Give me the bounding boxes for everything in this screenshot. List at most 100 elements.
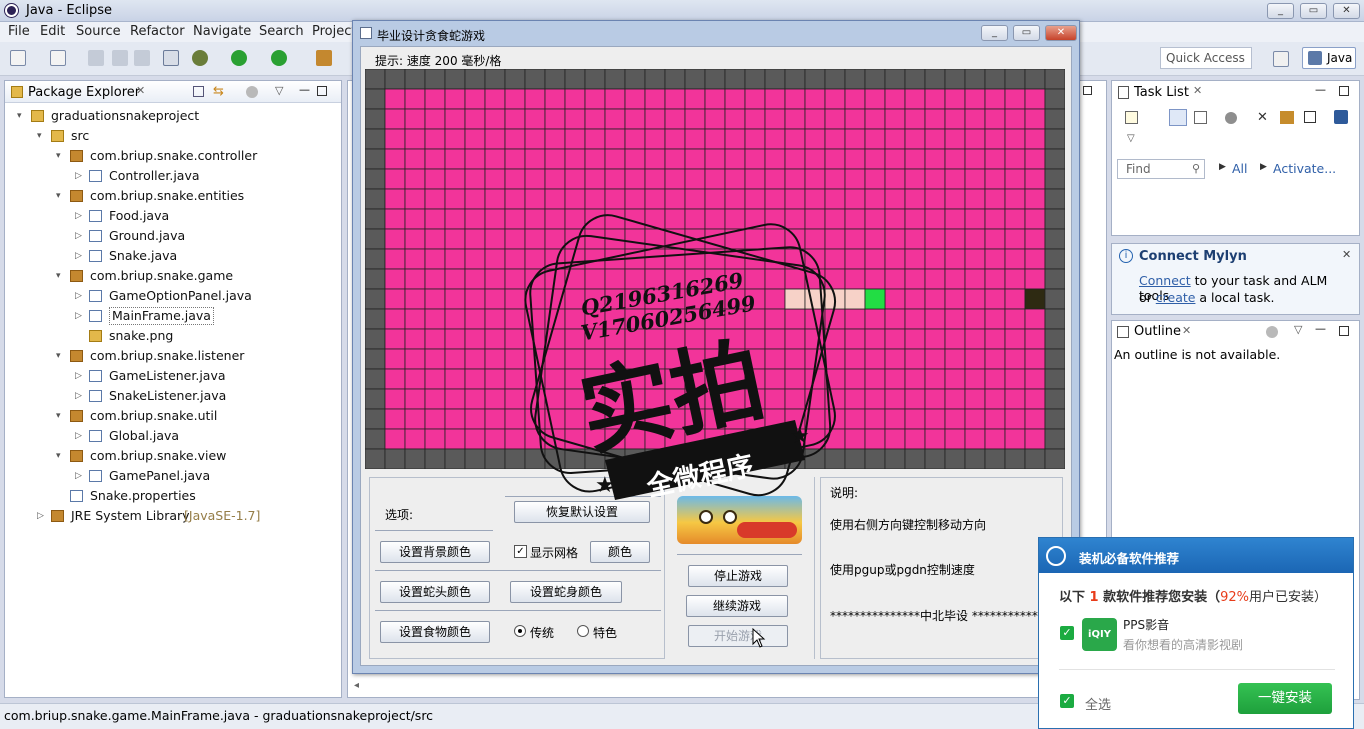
snake-body-color-button[interactable]: 设置蛇身颜色 bbox=[510, 581, 622, 603]
menu-navigate[interactable]: Navigate bbox=[193, 24, 251, 39]
focus-task-icon[interactable] bbox=[246, 86, 258, 98]
game-maximize-button[interactable]: ▭ bbox=[1013, 25, 1040, 41]
tree-item[interactable]: ▷ SnakeListener.java bbox=[5, 387, 341, 405]
editor-minimize-icon[interactable] bbox=[1083, 86, 1092, 95]
resume-game-button[interactable]: 继续游戏 bbox=[686, 595, 788, 617]
expand-arrow-icon[interactable]: ▾ bbox=[56, 147, 61, 165]
connect-link[interactable]: Connect bbox=[1139, 273, 1191, 288]
collapse-arrow-icon[interactable]: ▷ bbox=[75, 307, 82, 325]
maximize-task-list-icon[interactable] bbox=[1339, 86, 1349, 96]
radio-traditional[interactable] bbox=[514, 625, 526, 637]
view-menu-icon[interactable]: ▽ bbox=[275, 84, 283, 97]
expand-arrow-icon[interactable]: ▾ bbox=[56, 407, 61, 425]
collapse-arrow-icon[interactable]: ▷ bbox=[37, 507, 44, 525]
expand-arrow-icon[interactable]: ▾ bbox=[37, 127, 42, 145]
collapse-all-icon[interactable] bbox=[193, 86, 204, 97]
collapse-tasks-icon[interactable] bbox=[1304, 111, 1316, 123]
tree-item[interactable]: ▾ graduationsnakeproject bbox=[5, 107, 341, 125]
collapse-arrow-icon[interactable]: ▷ bbox=[75, 387, 82, 405]
app-checkbox[interactable]: ✓ bbox=[1060, 626, 1074, 640]
collapse-arrow-icon[interactable]: ▷ bbox=[75, 207, 82, 225]
quick-access-input[interactable]: Quick Access bbox=[1160, 47, 1252, 69]
print-icon[interactable] bbox=[134, 50, 150, 66]
minimize-button[interactable]: _ bbox=[1267, 3, 1294, 19]
collapse-arrow-icon[interactable]: ▷ bbox=[75, 227, 82, 245]
close-view-icon[interactable]: ✕ bbox=[136, 84, 145, 97]
hide-completed-icon[interactable] bbox=[1225, 112, 1237, 124]
close-outline-icon[interactable]: ✕ bbox=[1182, 324, 1191, 337]
tree-item[interactable]: ▾ com.briup.snake.util bbox=[5, 407, 341, 425]
stop-game-button[interactable]: 停止游戏 bbox=[688, 565, 788, 587]
restore-defaults-button[interactable]: 恢复默认设置 bbox=[514, 501, 650, 523]
menu-source[interactable]: Source bbox=[76, 24, 121, 39]
background-color-button[interactable]: 设置背景颜色 bbox=[380, 541, 490, 563]
run-icon[interactable] bbox=[231, 50, 247, 66]
tree-item[interactable]: ▷ GameListener.java bbox=[5, 367, 341, 385]
new-task-icon[interactable] bbox=[1125, 111, 1138, 124]
open-perspective-icon[interactable] bbox=[1273, 51, 1289, 67]
find-task-input[interactable]: Find ⚲ bbox=[1117, 159, 1205, 179]
categorized-icon[interactable] bbox=[1169, 109, 1187, 126]
collapse-arrow-icon[interactable]: ▷ bbox=[75, 427, 82, 445]
outline-focus-icon[interactable] bbox=[1266, 326, 1278, 338]
java-perspective-button[interactable]: Java bbox=[1302, 47, 1356, 69]
close-button[interactable]: ✕ bbox=[1333, 3, 1360, 19]
scheduled-icon[interactable] bbox=[1194, 111, 1207, 124]
toggle-icon[interactable] bbox=[163, 50, 179, 66]
sync-icon[interactable] bbox=[1280, 111, 1294, 124]
minimize-task-list-icon[interactable]: — bbox=[1315, 83, 1326, 96]
tree-item[interactable]: ▷ Ground.java bbox=[5, 227, 341, 245]
snake-head-color-button[interactable]: 设置蛇头颜色 bbox=[380, 581, 490, 603]
tree-item[interactable]: ▾ com.briup.snake.game bbox=[5, 267, 341, 285]
new-java-class-icon[interactable] bbox=[316, 50, 332, 66]
radio-special[interactable] bbox=[577, 625, 589, 637]
save-all-icon[interactable] bbox=[112, 50, 128, 66]
tree-item[interactable]: Snake.properties bbox=[5, 487, 341, 505]
tree-item[interactable]: ▷ GamePanel.java bbox=[5, 467, 341, 485]
tree-item[interactable]: ▾ com.briup.snake.listener bbox=[5, 347, 341, 365]
task-list-title[interactable]: Task List bbox=[1134, 85, 1189, 100]
minimize-outline-icon[interactable]: — bbox=[1315, 322, 1326, 335]
tree-item[interactable]: snake.png bbox=[5, 327, 341, 345]
tree-item[interactable]: ▷ Controller.java bbox=[5, 167, 341, 185]
all-link[interactable]: All bbox=[1232, 161, 1248, 176]
tree-item[interactable]: ▾ src bbox=[5, 127, 341, 145]
game-minimize-button[interactable]: _ bbox=[981, 25, 1008, 41]
menu-search[interactable]: Search bbox=[259, 24, 304, 39]
expand-arrow-icon[interactable]: ▾ bbox=[56, 347, 61, 365]
debug-icon[interactable] bbox=[192, 50, 208, 66]
tree-item[interactable]: ▷ Global.java bbox=[5, 427, 341, 445]
tree-item[interactable]: ▷ Food.java bbox=[5, 207, 341, 225]
collapse-arrow-icon[interactable]: ▷ bbox=[75, 247, 82, 265]
external-tools-icon[interactable] bbox=[271, 50, 287, 66]
start-game-button[interactable]: 开始游戏 bbox=[688, 625, 788, 647]
task-view-menu-icon[interactable]: ▽ bbox=[1127, 133, 1135, 144]
tree-item[interactable]: ▷ Snake.java bbox=[5, 247, 341, 265]
collapse-arrow-icon[interactable]: ▷ bbox=[75, 167, 82, 185]
package-explorer-title[interactable]: Package Explorer bbox=[28, 85, 140, 100]
install-button[interactable]: 一键安装 bbox=[1238, 683, 1332, 714]
food-color-button[interactable]: 设置食物颜色 bbox=[380, 621, 490, 643]
tree-item[interactable]: ▾ com.briup.snake.entities bbox=[5, 187, 341, 205]
menu-file[interactable]: File bbox=[8, 24, 30, 39]
game-board[interactable] bbox=[365, 69, 1065, 469]
maximize-button[interactable]: ▭ bbox=[1300, 3, 1327, 19]
select-all-checkbox[interactable]: ✓ bbox=[1060, 694, 1074, 708]
new-package-icon[interactable] bbox=[50, 50, 66, 66]
tree-item[interactable]: ▷ JRE System Library [JavaSE-1.7] bbox=[5, 507, 341, 525]
collapse-arrow-icon[interactable]: ▷ bbox=[75, 287, 82, 305]
activate-link[interactable]: Activate... bbox=[1273, 161, 1336, 176]
menu-refactor[interactable]: Refactor bbox=[130, 24, 185, 39]
filter-icon[interactable]: ✕ bbox=[1257, 110, 1268, 125]
tree-item[interactable]: ▾ com.briup.snake.controller bbox=[5, 147, 341, 165]
tree-item[interactable]: ▾ com.briup.snake.view bbox=[5, 447, 341, 465]
expand-arrow-icon[interactable]: ▾ bbox=[56, 447, 61, 465]
save-icon[interactable] bbox=[88, 50, 104, 66]
close-task-list-icon[interactable]: ✕ bbox=[1193, 84, 1202, 97]
link-with-editor-icon[interactable]: ⇆ bbox=[213, 84, 224, 99]
expand-arrow-icon[interactable]: ▾ bbox=[56, 187, 61, 205]
editor-scroll-arrow[interactable]: ◂ bbox=[354, 680, 359, 691]
new-icon[interactable] bbox=[10, 50, 26, 66]
expand-arrow-icon[interactable]: ▾ bbox=[17, 107, 22, 125]
collapse-arrow-icon[interactable]: ▷ bbox=[75, 367, 82, 385]
